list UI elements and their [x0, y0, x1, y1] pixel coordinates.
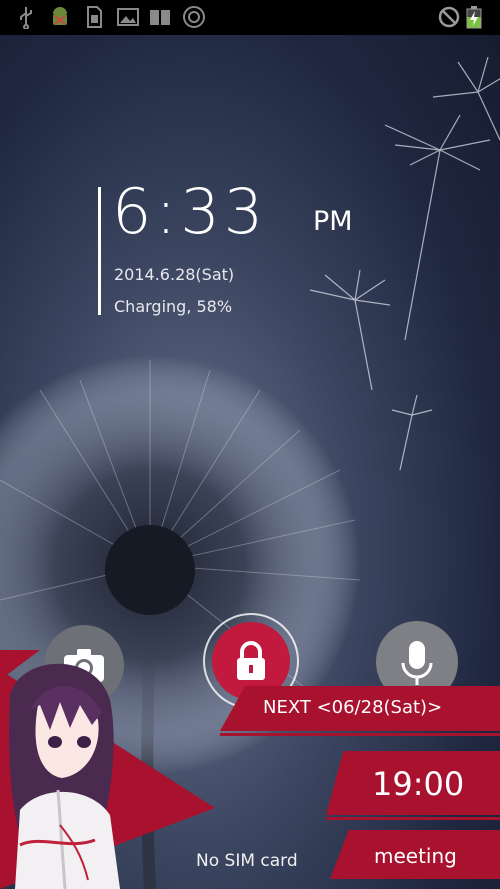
image-icon	[117, 8, 139, 26]
next-event-banner: NEXT <06/28(Sat)>	[220, 686, 500, 731]
charging-status: Charging, 58%	[114, 297, 233, 316]
event-time: 19:00	[372, 765, 465, 803]
clock-date: 2014.6.28(Sat)	[114, 265, 235, 284]
event-time-banner: 19:00	[326, 751, 500, 815]
book-icon	[150, 10, 170, 25]
next-event-label: NEXT <06/28(Sat)>	[263, 697, 443, 718]
sim-status: No SIM card	[196, 851, 298, 871]
usb-icon	[20, 7, 32, 29]
status-bar	[0, 0, 500, 35]
clock-time: 6:33	[112, 175, 268, 248]
camera-shutter-icon	[183, 6, 205, 28]
next-banner-rule	[220, 733, 500, 736]
android-debug-icon	[53, 7, 67, 25]
clock-ampm: PM	[313, 206, 353, 237]
no-sim-icon	[438, 6, 460, 28]
battery-charging-icon	[466, 6, 482, 29]
clock-divider	[98, 187, 101, 315]
event-title-banner: meeting	[330, 830, 500, 879]
sd-card-icon	[87, 6, 102, 28]
time-banner-rule	[326, 817, 500, 820]
event-title: meeting	[374, 844, 457, 868]
